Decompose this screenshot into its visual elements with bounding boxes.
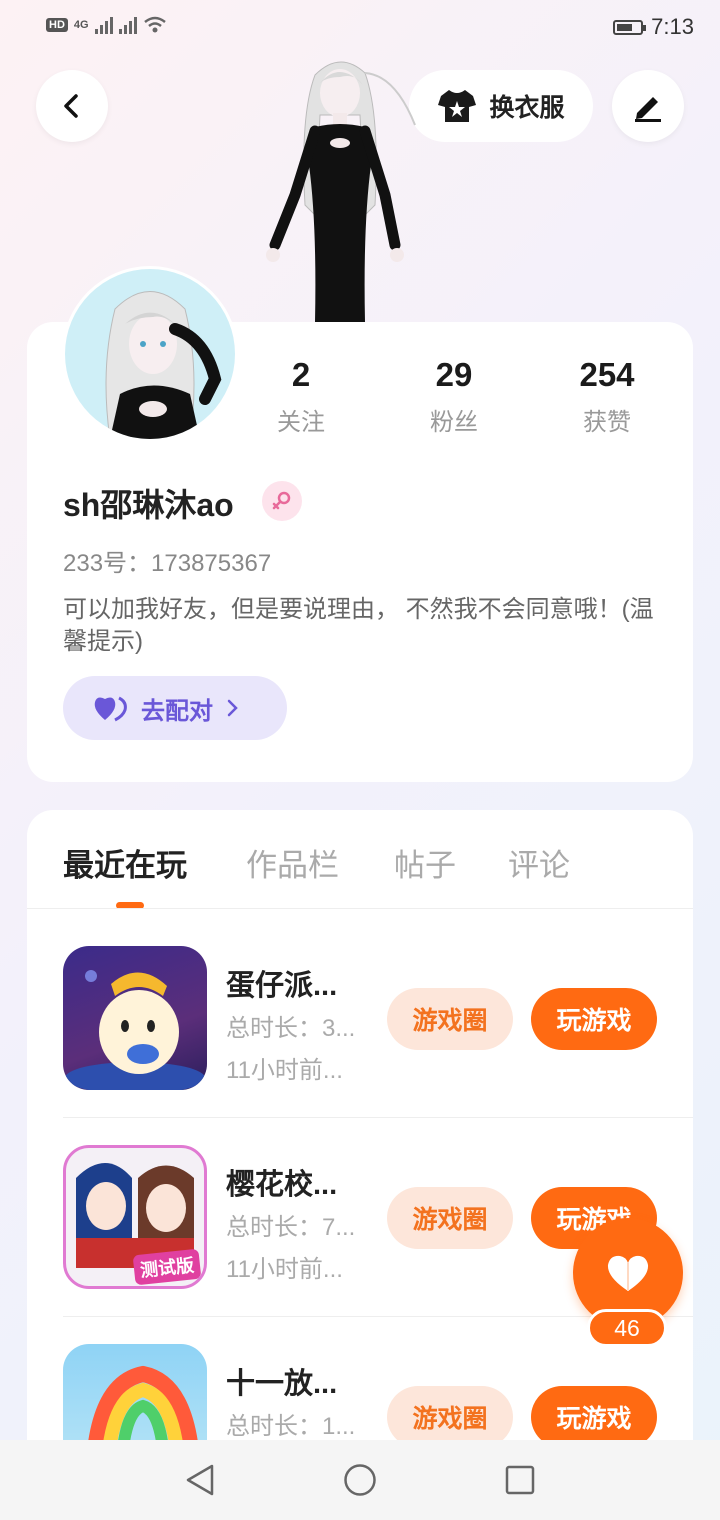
like-count: 46 <box>587 1309 667 1347</box>
edit-button[interactable] <box>612 70 684 142</box>
heart-icon <box>607 1255 649 1291</box>
stat-value: 254 <box>579 356 635 393</box>
bio: 可以加我好友，但是要说理由， 不然我不会同意哦！(温馨提示) <box>63 596 654 655</box>
play-game-button[interactable]: 玩游戏 <box>531 988 657 1050</box>
square-recents-icon <box>505 1465 535 1495</box>
character-model[interactable] <box>245 55 435 325</box>
triangle-back-icon <box>186 1464 214 1496</box>
network-label: 4G <box>73 19 89 31</box>
tab-divider <box>27 908 693 909</box>
play-game-button[interactable]: 玩游戏 <box>531 1386 657 1448</box>
game-last-played: 11小时前... <box>226 1057 343 1084</box>
circle-home-icon <box>344 1464 376 1496</box>
change-outfit-button[interactable]: 换衣服 <box>409 70 593 142</box>
stat-likes[interactable]: 254 获赞 <box>552 356 662 437</box>
pair-label: 去配对 <box>141 697 213 725</box>
back-button[interactable] <box>36 70 108 142</box>
signal-icon-2 <box>118 16 137 34</box>
chevron-left-icon <box>64 94 78 118</box>
game-duration: 总时长：3... <box>226 1015 356 1042</box>
game-last-played: 11小时前... <box>226 1256 343 1283</box>
status-left: HD 4G <box>46 16 167 34</box>
system-navigation-bar <box>0 1440 720 1520</box>
heart-icon <box>94 696 127 722</box>
pen-icon <box>635 97 661 122</box>
stat-value: 2 <box>291 356 311 393</box>
game-circle-button[interactable]: 游戏圈 <box>387 988 513 1050</box>
wifi-icon <box>143 16 166 33</box>
chevron-right-icon <box>227 699 238 717</box>
avatar[interactable] <box>62 266 238 442</box>
status-right: 7:13 <box>613 14 694 40</box>
stat-label: 粉丝 <box>430 409 478 436</box>
nav-home-button[interactable] <box>340 1460 380 1500</box>
game-name: 十一放... <box>226 1368 338 1400</box>
game-duration: 总时长：1... <box>226 1413 356 1440</box>
row-divider <box>63 1117 693 1118</box>
clock: 7:13 <box>651 14 694 39</box>
status-bar: HD 4G 7:13 <box>0 0 720 56</box>
eggy-illustration <box>65 970 205 1090</box>
pair-button[interactable]: 去配对 <box>63 676 287 740</box>
tab-recently-played[interactable]: 最近在玩 <box>63 840 187 885</box>
game-circle-button[interactable]: 游戏圈 <box>387 1187 513 1249</box>
stat-label: 关注 <box>277 409 325 436</box>
stat-fans[interactable]: 29 粉丝 <box>399 356 509 437</box>
battery-icon <box>613 19 647 35</box>
avatar-illustration <box>105 291 222 439</box>
female-icon <box>262 481 302 521</box>
username: sh邵琳沐ao <box>63 487 234 523</box>
stat-label: 获赞 <box>583 409 631 436</box>
game-name: 樱花校... <box>226 1169 338 1201</box>
game-name: 蛋仔派... <box>226 970 338 1002</box>
game-icon-sakura[interactable]: 测试版 <box>63 1145 207 1289</box>
game-duration: 总时长：7... <box>226 1214 356 1241</box>
stat-value: 29 <box>435 356 473 393</box>
tab-works[interactable]: 作品栏 <box>246 840 339 885</box>
stat-following[interactable]: 2 关注 <box>246 356 356 437</box>
tab-posts[interactable]: 帖子 <box>394 840 456 885</box>
game-circle-button[interactable]: 游戏圈 <box>387 1386 513 1448</box>
nav-back-button[interactable] <box>180 1460 220 1500</box>
nav-recents-button[interactable] <box>500 1460 540 1500</box>
hd-icon: HD <box>46 18 68 32</box>
signal-icon <box>94 16 113 34</box>
user-id: 233号：173875367 <box>63 550 272 577</box>
avatar-image <box>65 269 235 439</box>
change-outfit-label: 换衣服 <box>489 94 565 122</box>
tshirt-icon <box>438 90 477 122</box>
tab-comments[interactable]: 评论 <box>508 840 570 885</box>
game-icon-eggy[interactable] <box>63 946 207 1090</box>
